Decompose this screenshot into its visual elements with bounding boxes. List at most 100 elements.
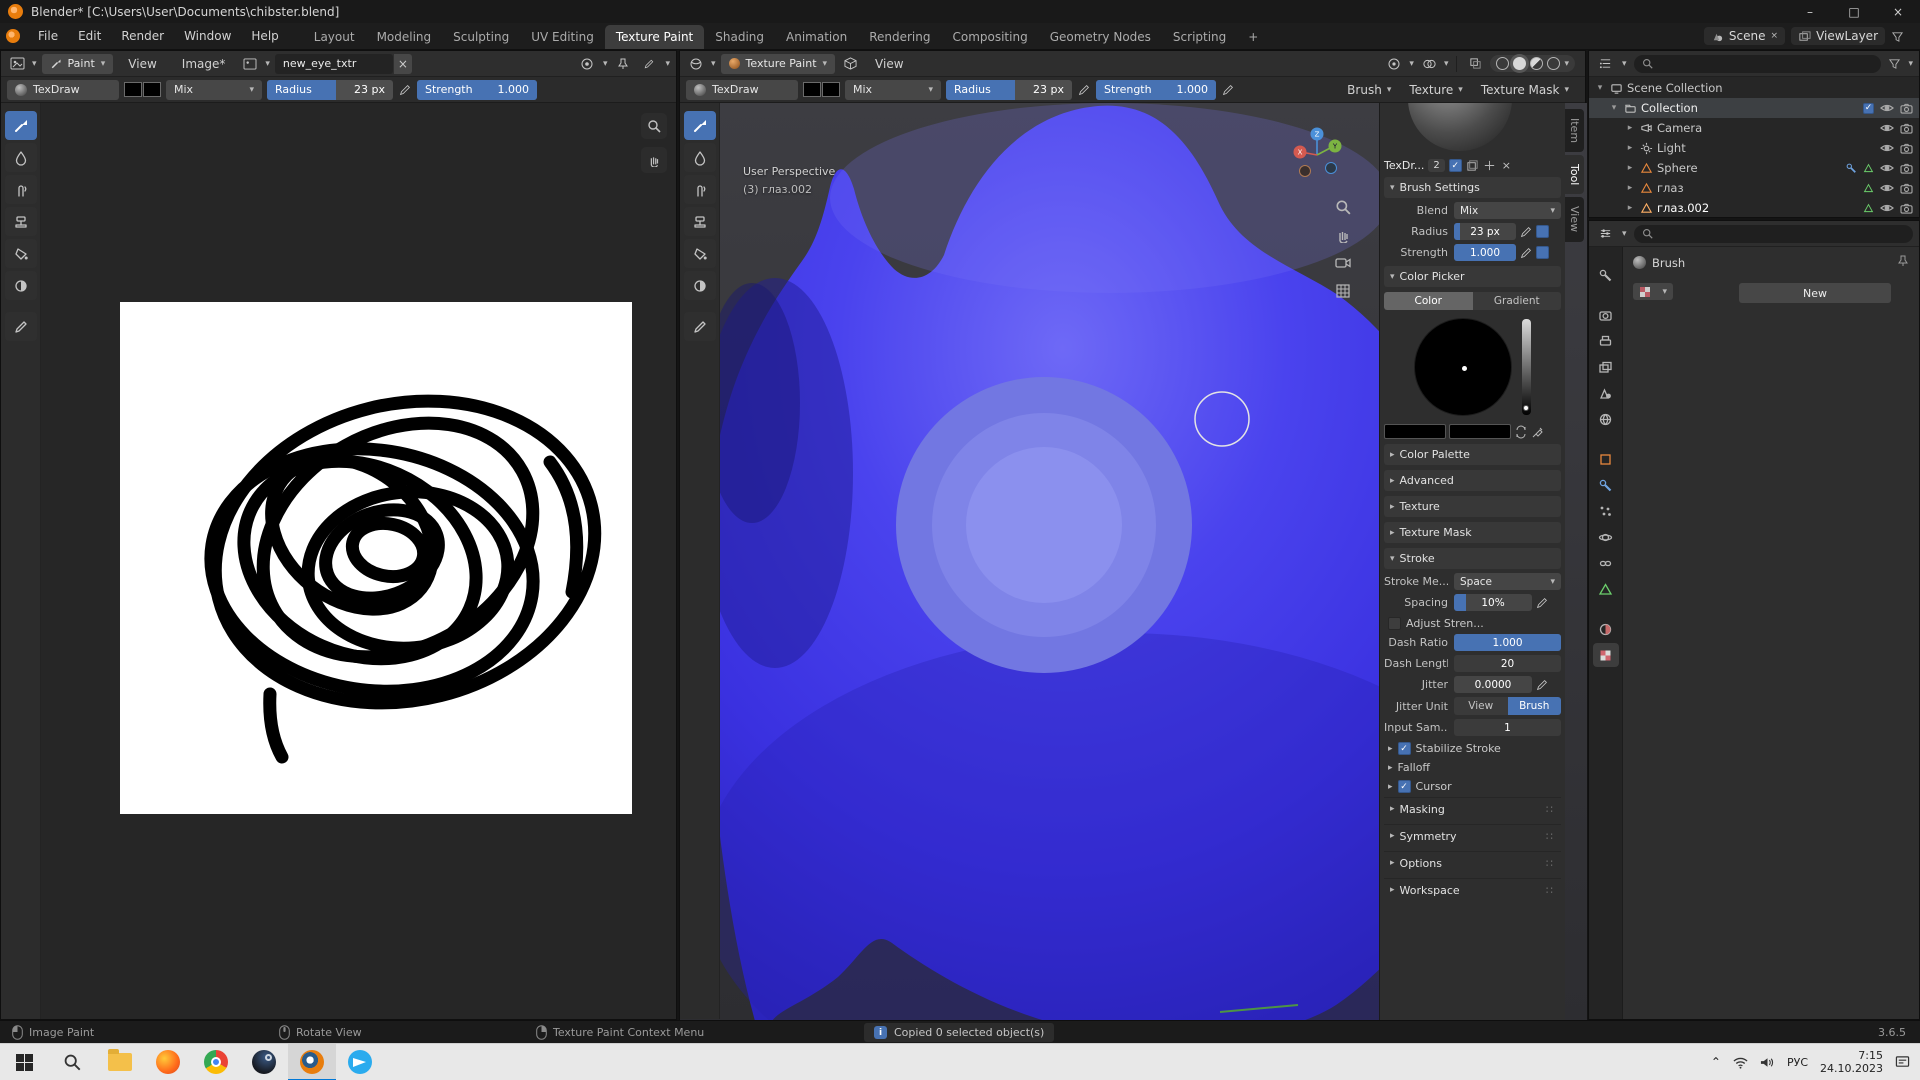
workspace-shading[interactable]: Shading xyxy=(704,25,775,49)
caret-down-icon[interactable]: ▾ xyxy=(1595,83,1605,93)
jitter-unit-view[interactable]: View xyxy=(1454,697,1508,715)
disable-render-camera-icon[interactable] xyxy=(1900,163,1913,174)
new-texture-button[interactable]: New xyxy=(1739,283,1891,303)
image-menu[interactable]: Image* xyxy=(172,57,236,71)
tool-draw-button[interactable] xyxy=(684,111,716,140)
tool-fill-button[interactable] xyxy=(684,239,716,268)
radius-pressure-icon[interactable] xyxy=(1519,225,1533,239)
volume-icon[interactable] xyxy=(1760,1056,1775,1069)
filter-icon[interactable] xyxy=(1888,57,1901,70)
tab-object-properties[interactable] xyxy=(1593,447,1619,471)
file-explorer-button[interactable] xyxy=(96,1044,144,1080)
menu-edit[interactable]: Edit xyxy=(68,29,111,43)
jitter-pressure-icon[interactable] xyxy=(1535,678,1549,692)
secondary-color-swatch[interactable] xyxy=(822,82,840,97)
disable-render-camera-icon[interactable] xyxy=(1900,203,1913,214)
panel-workspace[interactable]: ▸Workspace∷ xyxy=(1384,878,1561,901)
eyedropper-icon[interactable] xyxy=(1531,425,1545,439)
tab-particle-properties[interactable] xyxy=(1593,499,1619,523)
color-wheel[interactable] xyxy=(1414,318,1512,416)
viewport-radius-slider[interactable]: Radius 23 px xyxy=(946,80,1072,100)
minimize-button[interactable]: – xyxy=(1788,0,1832,23)
brush-name-field[interactable]: TexDr... xyxy=(1384,159,1424,172)
tray-expand-icon[interactable]: ⌃ xyxy=(1711,1055,1721,1069)
interaction-mode-dropdown[interactable]: Texture Paint ▾ xyxy=(721,54,836,74)
properties-search-field[interactable] xyxy=(1634,225,1913,243)
panel-texture[interactable]: ▸Texture xyxy=(1384,496,1561,517)
image-radius-slider[interactable]: Radius 23 px xyxy=(267,80,393,100)
unlink-image-icon[interactable]: × xyxy=(394,54,412,74)
tool-annotate-button[interactable] xyxy=(684,312,716,341)
disable-render-camera-icon[interactable] xyxy=(1900,143,1913,154)
editor-type-outliner-icon[interactable] xyxy=(1595,54,1615,74)
primary-color-swatch[interactable] xyxy=(124,82,142,97)
workspace-sculpting[interactable]: Sculpting xyxy=(442,25,520,49)
tab-view-layer-properties[interactable] xyxy=(1593,355,1619,379)
outliner-row-glaz[interactable]: ▸ глаз xyxy=(1589,178,1919,198)
disable-render-camera-icon[interactable] xyxy=(1900,183,1913,194)
primary-color-swatch[interactable] xyxy=(803,82,821,97)
tab-material-properties[interactable] xyxy=(1593,617,1619,641)
image-strength-slider[interactable]: Strength 1.000 xyxy=(417,80,537,100)
texture-popover[interactable]: Texture▾ xyxy=(1405,83,1466,97)
menu-help[interactable]: Help xyxy=(241,29,288,43)
add-workspace-button[interactable]: + xyxy=(1237,25,1269,49)
sidebar-tab-tool[interactable]: Tool xyxy=(1565,155,1584,194)
caret-right-icon[interactable]: ▸ xyxy=(1625,203,1635,213)
tab-constraint-properties[interactable] xyxy=(1593,551,1619,575)
hide-eye-icon[interactable] xyxy=(1880,163,1894,173)
tool-annotate-button[interactable] xyxy=(5,312,37,341)
tab-object-data-properties[interactable] xyxy=(1593,577,1619,601)
firefox-button[interactable] xyxy=(144,1044,192,1080)
workspace-texture-paint[interactable]: Texture Paint xyxy=(605,25,704,49)
disable-render-camera-icon[interactable] xyxy=(1900,103,1913,114)
menu-file[interactable]: File xyxy=(28,29,68,43)
tab-tool-properties[interactable] xyxy=(1593,263,1619,287)
panel-advanced[interactable]: ▸Advanced xyxy=(1384,470,1561,491)
tab-render-properties[interactable] xyxy=(1593,303,1619,327)
shading-wireframe-icon[interactable] xyxy=(1496,57,1509,70)
tool-clone-button[interactable] xyxy=(684,207,716,236)
image-pin-icon[interactable] xyxy=(613,54,633,74)
secondary-color-swatch[interactable] xyxy=(143,82,161,97)
panel-texture-mask[interactable]: ▸Texture Mask xyxy=(1384,522,1561,543)
spacing-slider[interactable]: 10% xyxy=(1454,594,1532,611)
unlink-scene-icon[interactable]: × xyxy=(1771,31,1779,41)
cursor-checkbox[interactable]: ✓ xyxy=(1398,780,1411,793)
telegram-button[interactable] xyxy=(336,1044,384,1080)
image-mode-dropdown[interactable]: Paint ▾ xyxy=(42,54,114,74)
image-name-field[interactable]: new_eye_txtr xyxy=(275,54,393,74)
radius-pressure-icon[interactable] xyxy=(398,83,412,97)
hide-eye-icon[interactable] xyxy=(1880,183,1894,193)
image-view-menu[interactable]: View xyxy=(118,57,166,71)
display-channels-icon[interactable] xyxy=(577,54,597,74)
pan-hand-icon[interactable] xyxy=(641,147,667,173)
strength-pressure-toggle[interactable] xyxy=(1536,246,1549,259)
viewport-strength-slider[interactable]: Strength 1.000 xyxy=(1096,80,1216,100)
taskbar-search-button[interactable] xyxy=(48,1044,96,1080)
scene-selector[interactable]: Scene × xyxy=(1704,27,1785,45)
language-indicator[interactable]: РУС xyxy=(1787,1056,1808,1069)
panel-color-palette[interactable]: ▸Color Palette xyxy=(1384,444,1561,465)
editor-type-image-icon[interactable] xyxy=(7,54,27,74)
outliner-row-light[interactable]: ▸ Light xyxy=(1589,138,1919,158)
pin-id-icon[interactable] xyxy=(1897,255,1909,270)
primary-color-swatch[interactable] xyxy=(1384,424,1446,439)
collection-exclude-checkbox[interactable]: ✓ xyxy=(1863,103,1874,114)
viewport-view-menu[interactable]: View xyxy=(865,57,913,71)
shading-solid-icon[interactable] xyxy=(1513,57,1526,70)
panel-brush-settings[interactable]: ▾ Brush Settings xyxy=(1384,177,1561,198)
strength-pressure-icon[interactable] xyxy=(1221,83,1235,97)
disable-render-camera-icon[interactable] xyxy=(1900,123,1913,134)
dash-length-field[interactable]: 20 xyxy=(1454,655,1561,672)
fake-user-toggle[interactable]: ✓ xyxy=(1449,159,1462,172)
menu-window[interactable]: Window xyxy=(174,29,241,43)
strength-pressure-icon[interactable] xyxy=(1519,246,1533,260)
tab-physics-properties[interactable] xyxy=(1593,525,1619,549)
brush-popover[interactable]: Brush▾ xyxy=(1343,83,1395,97)
network-icon[interactable] xyxy=(1733,1056,1748,1069)
jitter-unit-brush[interactable]: Brush xyxy=(1508,697,1562,715)
tool-soften-button[interactable] xyxy=(5,143,37,172)
shading-material-icon[interactable] xyxy=(1530,57,1543,70)
color-tab[interactable]: Color xyxy=(1384,292,1473,310)
